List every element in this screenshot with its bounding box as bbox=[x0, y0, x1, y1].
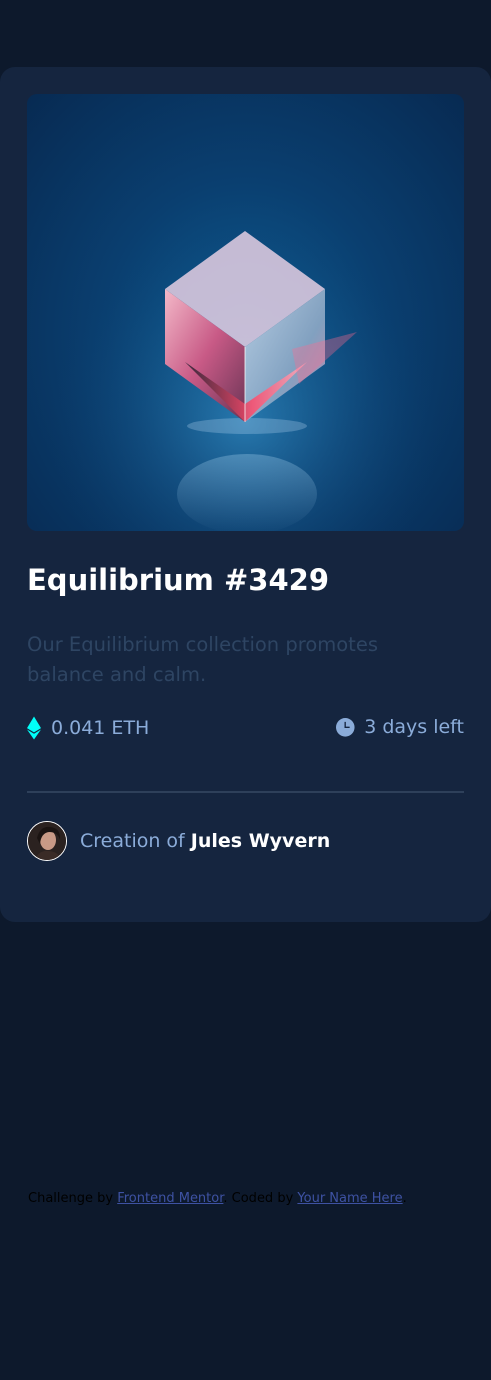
price-value: 0.041 ETH bbox=[51, 717, 150, 739]
divider bbox=[27, 791, 464, 793]
crystal-cube-illustration bbox=[27, 94, 464, 531]
creator-prefix: Creation of bbox=[80, 830, 185, 852]
creator-text: Creation of Jules Wyvern bbox=[80, 830, 330, 852]
time-left: 3 days left bbox=[336, 716, 464, 738]
creator: Creation of Jules Wyvern bbox=[27, 820, 330, 862]
page: Equilibrium #3429 Our Equilibrium collec… bbox=[0, 0, 491, 1380]
nft-image[interactable] bbox=[27, 94, 464, 531]
price: 0.041 ETH bbox=[27, 716, 149, 740]
attribution-prefix: Challenge by bbox=[28, 1191, 114, 1206]
attribution-suffix: . bbox=[402, 1191, 407, 1206]
nft-title[interactable]: Equilibrium #3429 bbox=[27, 563, 329, 597]
nft-description: Our Equilibrium collection promotes bala… bbox=[27, 633, 378, 686]
avatar bbox=[27, 821, 67, 861]
time-left-value: 3 days left bbox=[364, 716, 464, 738]
clock-icon bbox=[336, 717, 355, 737]
nft-card: Equilibrium #3429 Our Equilibrium collec… bbox=[0, 67, 491, 922]
attribution: Challenge by Frontend Mentor. Coded by Y… bbox=[28, 1191, 407, 1206]
nft-stats: 0.041 ETH 3 days left bbox=[27, 716, 464, 748]
your-name-link[interactable]: Your Name Here bbox=[297, 1191, 402, 1206]
ethereum-icon bbox=[27, 716, 41, 740]
attribution-middle: . Coded by bbox=[223, 1191, 294, 1206]
frontend-mentor-link[interactable]: Frontend Mentor bbox=[117, 1191, 223, 1206]
creator-name[interactable]: Jules Wyvern bbox=[191, 830, 330, 852]
